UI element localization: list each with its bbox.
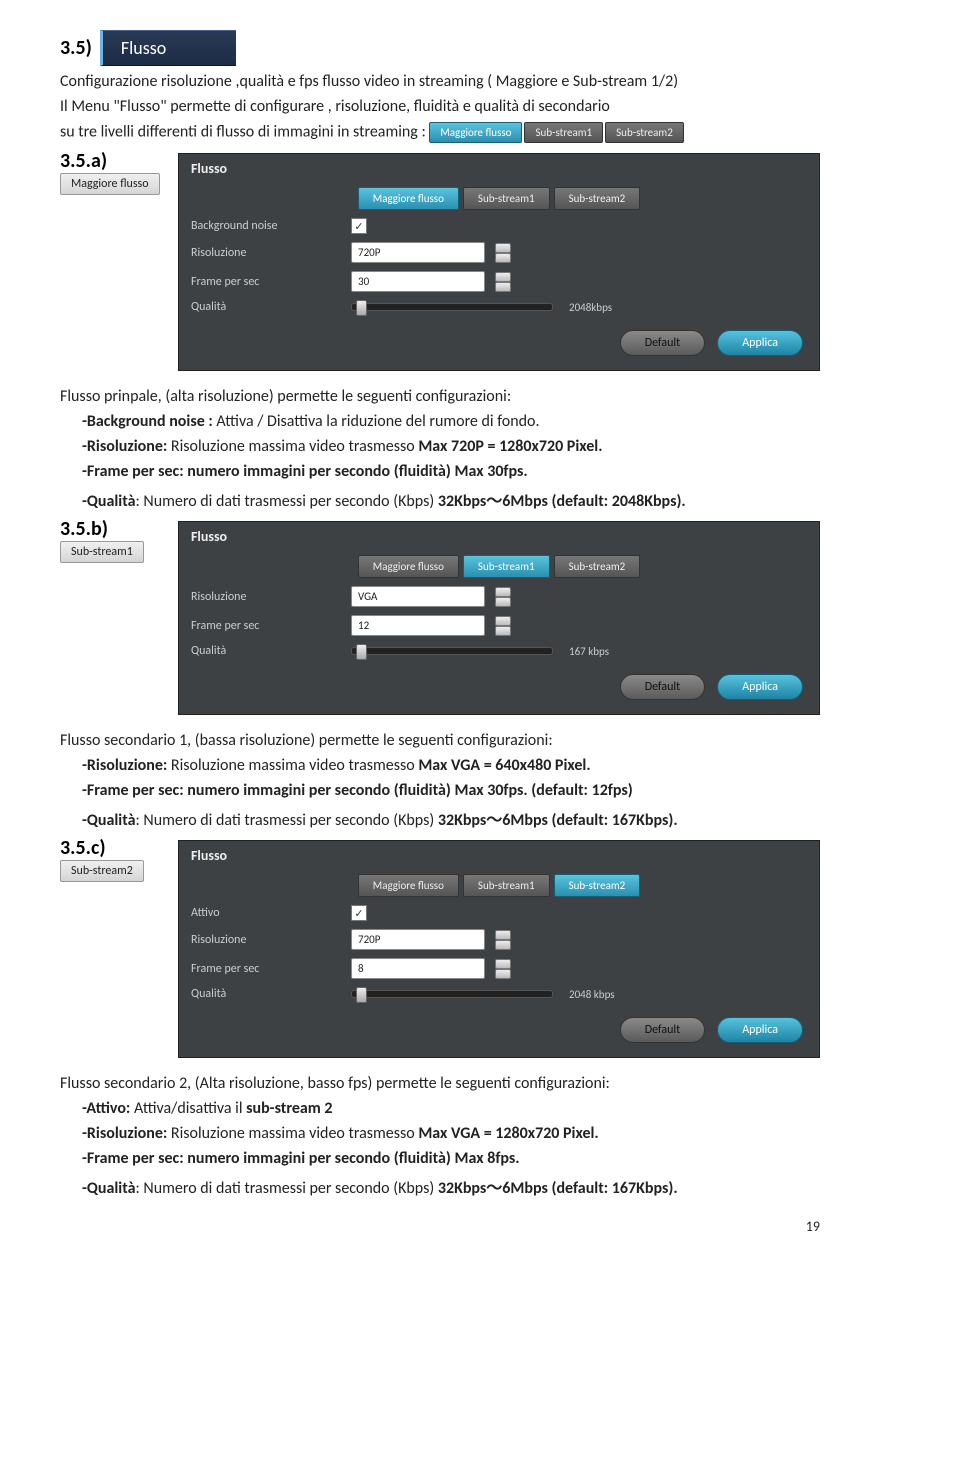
stepper-icon[interactable] [495, 930, 511, 950]
stepper-icon[interactable] [495, 243, 511, 263]
stepper-icon[interactable] [495, 616, 511, 636]
fps-select[interactable]: 8 [351, 958, 485, 979]
panel-title: Flusso [179, 522, 819, 545]
page-number: 19 [60, 1218, 820, 1235]
desc-line: -Attivo: Attiva/disattiva il sub-stream … [82, 1099, 820, 1118]
apply-button[interactable]: Applica [717, 674, 803, 700]
flusso-nav-item[interactable]: Flusso [100, 30, 236, 66]
panel-sub-stream1: Flusso Maggiore flusso Sub-stream1 Sub-s… [178, 521, 820, 715]
quality-value: 2048 kbps [569, 988, 615, 1001]
row-label: Qualità [191, 644, 351, 658]
quality-value: 167 kbps [569, 645, 609, 658]
row-label: Attivo [191, 906, 351, 920]
quality-slider[interactable] [351, 303, 553, 311]
desc-line: -Qualità: Numero di dati trasmessi per s… [82, 806, 820, 830]
fps-select[interactable]: 30 [351, 271, 485, 292]
stepper-icon[interactable] [495, 272, 511, 292]
section-number-c: 3.5.c) [60, 836, 170, 860]
panel-sub-stream2: Flusso Maggiore flusso Sub-stream1 Sub-s… [178, 840, 820, 1058]
row-label: Risoluzione [191, 246, 351, 260]
row-label: Background noise [191, 219, 351, 233]
desc-line: -Risoluzione: Risoluzione massima video … [82, 756, 820, 775]
section-number: 3.5) [60, 36, 92, 60]
intro-line-1: Configurazione risoluzione ,qualità e fp… [60, 72, 820, 91]
row-label: Qualità [191, 987, 351, 1001]
panel-maggiore-flusso: Flusso Maggiore flusso Sub-stream1 Sub-s… [178, 153, 820, 371]
default-button[interactable]: Default [620, 1017, 706, 1043]
quality-value: 2048kbps [569, 301, 612, 314]
tab-maggiore-flusso[interactable]: Maggiore flusso [429, 122, 522, 143]
quality-slider[interactable] [351, 647, 553, 655]
stream-level-tabs: Maggiore flusso Sub-stream1 Sub-stream2 [429, 122, 683, 143]
desc-line: -Frame per sec: numero immagini per seco… [82, 462, 820, 481]
tab-sub-stream1[interactable]: Sub-stream1 [463, 555, 550, 578]
row-label: Frame per sec [191, 275, 351, 289]
desc-title-b: Flusso secondario 1, (bassa risoluzione)… [60, 731, 820, 750]
desc-line: -Qualità: Numero di dati trasmessi per s… [82, 1174, 820, 1198]
desc-line: -Frame per sec: numero immagini per seco… [82, 1149, 820, 1168]
risoluzione-select[interactable]: 720P [351, 242, 485, 263]
background-noise-checkbox[interactable]: ✓ [351, 218, 367, 234]
desc-line: -Risoluzione: Risoluzione massima video … [82, 437, 820, 456]
tab-sub-stream2[interactable]: Sub-stream2 [554, 874, 641, 897]
intro-line-2: Il Menu "Flusso" permette di configurare… [60, 97, 820, 116]
row-label: Risoluzione [191, 590, 351, 604]
section-number-b: 3.5.b) [60, 517, 170, 541]
intro-line-3: su tre livelli differenti di flusso di i… [60, 122, 820, 143]
quality-slider[interactable] [351, 990, 553, 998]
panel-title: Flusso [179, 154, 819, 177]
section-number-a: 3.5.a) [60, 149, 170, 173]
desc-line: -Frame per sec: numero immagini per seco… [82, 781, 820, 800]
fps-select[interactable]: 12 [351, 615, 485, 636]
apply-button[interactable]: Applica [717, 330, 803, 356]
stepper-icon[interactable] [495, 587, 511, 607]
tab-maggiore-flusso[interactable]: Maggiore flusso [358, 555, 459, 578]
row-label: Risoluzione [191, 933, 351, 947]
desc-title-c: Flusso secondario 2, (Alta risoluzione, … [60, 1074, 820, 1093]
row-label: Qualità [191, 300, 351, 314]
apply-button[interactable]: Applica [717, 1017, 803, 1043]
attivo-checkbox[interactable]: ✓ [351, 905, 367, 921]
tab-sub-stream2[interactable]: Sub-stream2 [554, 187, 641, 210]
panel-title: Flusso [179, 841, 819, 864]
sub-stream2-chip[interactable]: Sub-stream2 [60, 860, 144, 882]
stepper-icon[interactable] [495, 959, 511, 979]
risoluzione-select[interactable]: VGA [351, 586, 485, 607]
desc-title-a: Flusso prinpale, (alta risoluzione) perm… [60, 387, 820, 406]
desc-line: -Risoluzione: Risoluzione massima video … [82, 1124, 820, 1143]
tab-sub-stream1[interactable]: Sub-stream1 [463, 187, 550, 210]
tab-maggiore-flusso[interactable]: Maggiore flusso [358, 874, 459, 897]
risoluzione-select[interactable]: 720P [351, 929, 485, 950]
desc-line: -Background noise : Attiva / Disattiva l… [82, 412, 820, 431]
tab-sub-stream1[interactable]: Sub-stream1 [524, 122, 603, 143]
default-button[interactable]: Default [620, 674, 706, 700]
maggiore-flusso-chip[interactable]: Maggiore flusso [60, 173, 160, 195]
row-label: Frame per sec [191, 962, 351, 976]
tab-maggiore-flusso[interactable]: Maggiore flusso [358, 187, 459, 210]
tab-sub-stream1[interactable]: Sub-stream1 [463, 874, 550, 897]
default-button[interactable]: Default [620, 330, 706, 356]
sub-stream1-chip[interactable]: Sub-stream1 [60, 541, 144, 563]
desc-line: -Qualità: Numero di dati trasmessi per s… [82, 487, 820, 511]
tab-sub-stream2[interactable]: Sub-stream2 [605, 122, 684, 143]
row-label: Frame per sec [191, 619, 351, 633]
tab-sub-stream2[interactable]: Sub-stream2 [554, 555, 641, 578]
